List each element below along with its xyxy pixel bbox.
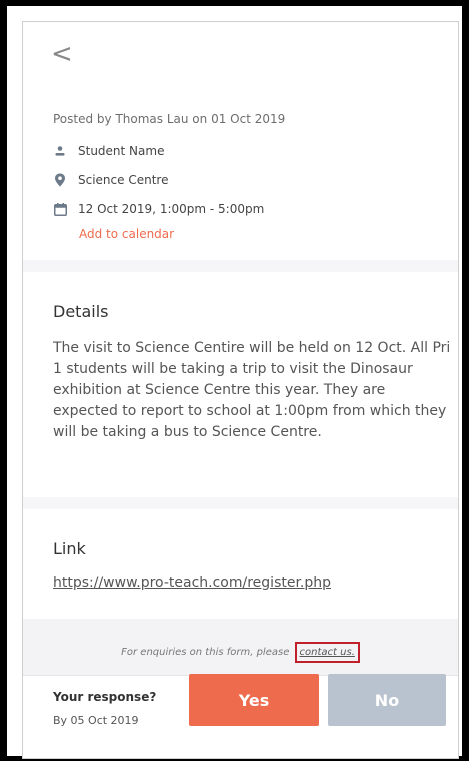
back-chevron-icon[interactable]: <: [51, 41, 73, 67]
add-to-calendar-link[interactable]: Add to calendar: [79, 227, 174, 241]
register-link[interactable]: https://www.pro-teach.com/register.php: [53, 575, 331, 591]
form-detail-screen: < Posted by Thomas Lau on 01 Oct 2019 St…: [22, 21, 459, 759]
no-button[interactable]: No: [328, 674, 446, 726]
section-divider: [23, 497, 458, 509]
response-deadline: By 05 Oct 2019: [53, 714, 139, 727]
person-icon: [53, 144, 67, 158]
event-datetime: 12 Oct 2019, 1:00pm - 5:00pm: [78, 202, 265, 216]
yes-button[interactable]: Yes: [189, 674, 319, 726]
date-row: 12 Oct 2019, 1:00pm - 5:00pm: [53, 202, 264, 216]
screenshot-frame: < Posted by Thomas Lau on 01 Oct 2019 St…: [0, 0, 469, 761]
section-divider: [23, 260, 458, 272]
contact-us-link[interactable]: contact us.: [294, 642, 360, 663]
student-row: Student Name: [53, 144, 164, 158]
link-heading: Link: [53, 539, 86, 558]
student-name: Student Name: [78, 144, 165, 158]
calendar-icon: [53, 202, 67, 216]
venue-row: Science Centre: [53, 173, 168, 187]
enquiry-prefix: For enquiries on this form, please: [121, 647, 290, 658]
enquiry-text: For enquiries on this form, please conta…: [23, 642, 458, 663]
location-pin-icon: [53, 173, 67, 187]
details-body: The visit to Science Centire will be hel…: [53, 340, 451, 440]
posted-by-text: Posted by Thomas Lau on 01 Oct 2019: [53, 112, 286, 126]
details-heading: Details: [53, 302, 109, 321]
response-label: Your response?: [53, 690, 157, 704]
venue-name: Science Centre: [78, 173, 169, 187]
